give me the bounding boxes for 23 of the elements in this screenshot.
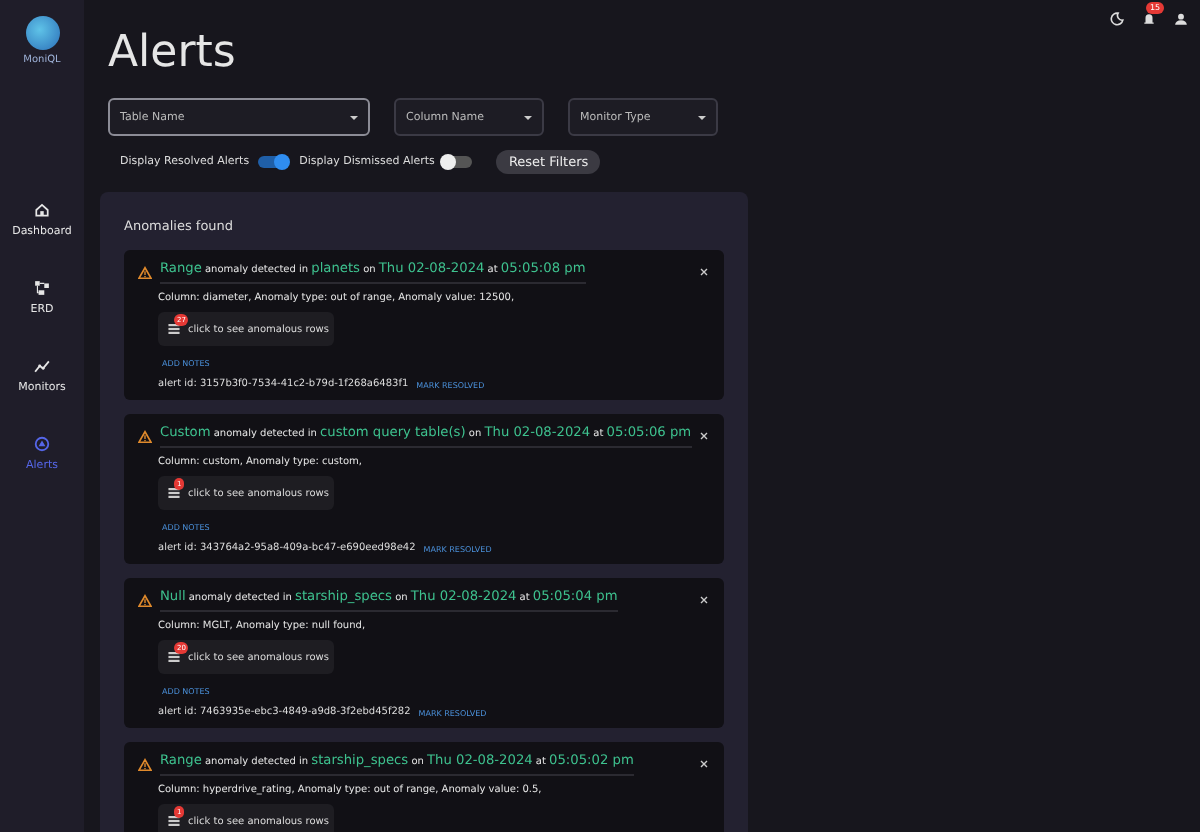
warning-icon (138, 593, 152, 607)
erd-icon (34, 280, 50, 296)
table-icon (168, 816, 180, 826)
table-icon (168, 324, 180, 334)
table-icon (168, 488, 180, 498)
alerts-icon (34, 436, 50, 452)
close-icon (700, 760, 708, 768)
logo-icon (25, 16, 59, 50)
close-icon (700, 268, 708, 276)
warning-icon (138, 757, 152, 771)
moon-icon (1110, 12, 1124, 26)
user-icon (1174, 12, 1188, 26)
close-icon (700, 596, 708, 604)
warning-icon (138, 429, 152, 443)
close-icon (700, 432, 708, 440)
toggle-switch[interactable] (257, 156, 288, 168)
table-icon (168, 652, 180, 662)
bell-icon (1142, 12, 1156, 26)
monitors-icon (34, 358, 50, 374)
warning-icon (138, 265, 152, 279)
page-title: Alerts (108, 28, 238, 80)
toggle-switch[interactable] (442, 156, 473, 168)
home-icon (34, 202, 50, 218)
